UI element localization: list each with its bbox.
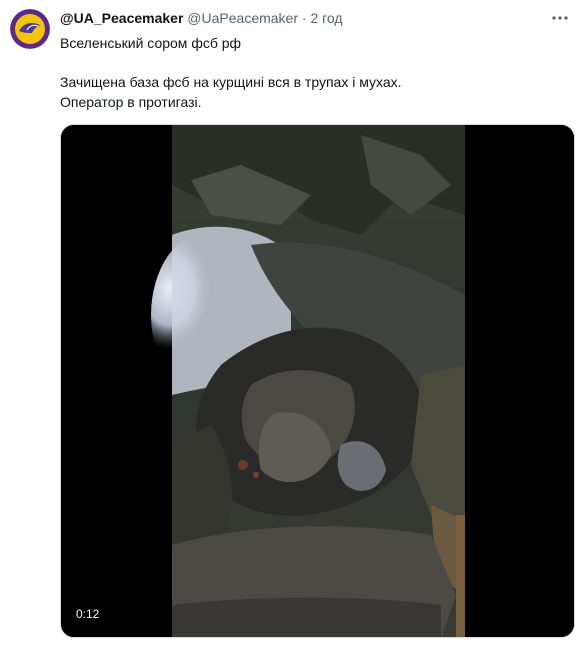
- more-dots-icon: [552, 16, 568, 20]
- more-options-button[interactable]: [550, 8, 570, 28]
- avatar[interactable]: [10, 9, 50, 49]
- tweet-text-line-1: Вселенський сором фсб рф: [60, 35, 242, 51]
- tweet-text-line-2: Зачищена база фсб на курщині вся в трупа…: [60, 74, 402, 90]
- display-name[interactable]: @UA_Peacemaker: [60, 10, 183, 26]
- video-player[interactable]: [60, 124, 575, 638]
- video-frame: [61, 125, 574, 637]
- tweet[interactable]: @UA_Peacemaker @UaPeacemaker · 2 год Все…: [0, 0, 584, 648]
- tweet-header: @UA_Peacemaker @UaPeacemaker · 2 год: [60, 10, 343, 27]
- user-handle[interactable]: @UaPeacemaker: [187, 10, 298, 26]
- tweet-text-line-3: Оператор в протигазі.: [60, 94, 202, 110]
- separator-dot: ·: [301, 10, 307, 26]
- timestamp[interactable]: 2 год: [310, 10, 342, 26]
- video-duration-badge: 0:12: [70, 605, 106, 623]
- peace-dove-icon: [10, 9, 50, 49]
